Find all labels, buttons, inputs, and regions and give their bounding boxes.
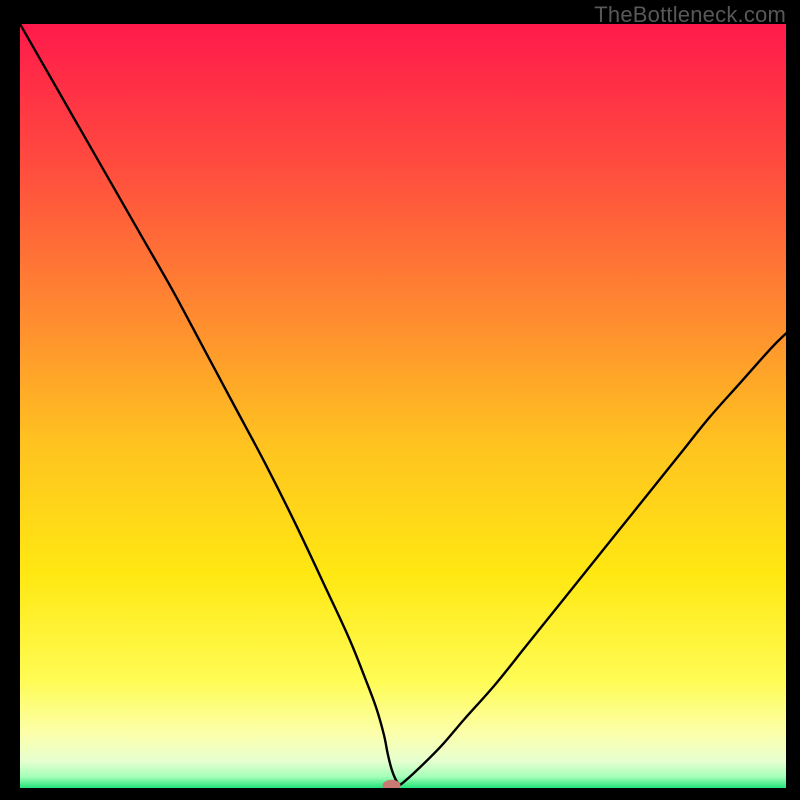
watermark-text: TheBottleneck.com	[594, 2, 786, 28]
gradient-background	[20, 24, 786, 788]
bottleneck-chart	[20, 24, 786, 788]
chart-svg	[20, 24, 786, 788]
